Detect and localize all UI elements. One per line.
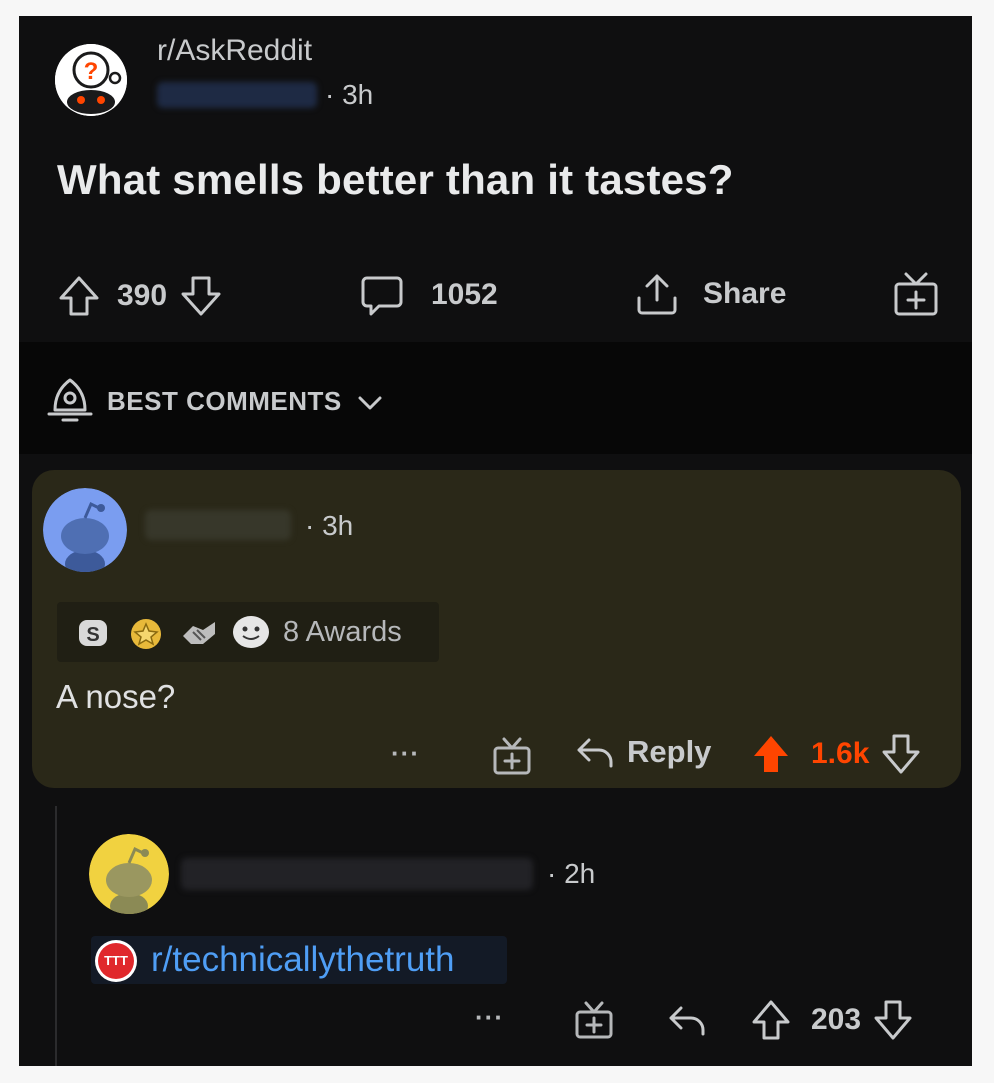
comment-reply-button[interactable]: Reply <box>575 734 711 770</box>
post-share-button[interactable]: Share <box>633 270 786 318</box>
reply-label: Reply <box>627 734 712 769</box>
downvote-icon[interactable] <box>873 998 913 1042</box>
post-share-label: Share <box>703 277 787 310</box>
comment-time-value: 3h <box>322 510 354 541</box>
gold-star-award-icon <box>131 619 161 649</box>
wholesome-award-icon <box>233 616 269 648</box>
comment-more-button[interactable]: ··· <box>391 738 420 769</box>
reply-author-redacted[interactable] <box>181 858 533 890</box>
post-comment-count: 1052 <box>431 278 498 311</box>
reply-time: · 2h <box>547 858 596 889</box>
subreddit-name[interactable]: r/AskReddit <box>157 34 312 68</box>
share-icon <box>637 274 677 315</box>
downvote-icon[interactable] <box>179 274 223 318</box>
author-name-redacted[interactable] <box>157 82 317 108</box>
sort-label: BEST COMMENTS <box>107 386 342 416</box>
comment-body: A nose? <box>56 678 176 715</box>
gift-icon[interactable] <box>573 998 615 1040</box>
chevron-down-icon <box>358 396 382 410</box>
reply-icon <box>577 738 613 768</box>
comment-author-avatar[interactable] <box>43 488 127 572</box>
comment-vote-count: 1.6k <box>811 737 870 770</box>
awards-count: 8 Awards <box>283 616 402 648</box>
svg-text:?: ? <box>84 58 99 85</box>
comment-time: · 3h <box>305 510 354 541</box>
post-time-value: 3h <box>342 79 374 110</box>
reply-author-avatar[interactable] <box>89 834 169 914</box>
snoo-question-icon: ? <box>55 44 127 116</box>
downvote-icon[interactable] <box>881 732 921 776</box>
comment-author-redacted[interactable] <box>145 510 291 540</box>
reply-time-value: 2h <box>564 858 596 889</box>
reply-vote-count: 203 <box>811 1003 862 1036</box>
post-comments-button[interactable]: 1052 <box>359 272 498 318</box>
ttt-subreddit-icon: TTT <box>95 940 137 982</box>
handshake-award-icon <box>183 622 215 644</box>
rocket-icon[interactable] <box>45 374 95 428</box>
reply-vote-group: 203 <box>751 998 913 1042</box>
comment-bubble-icon <box>361 276 403 316</box>
ttt-flair-text: TTT <box>98 943 134 979</box>
post-vote-count: 390 <box>117 279 168 312</box>
reddit-post-screen: ? r/AskReddit · 3h What smells better th… <box>19 16 972 1066</box>
snoo-avatar-icon <box>43 488 127 572</box>
comment-vote-group: 1.6k <box>751 732 921 776</box>
upvote-icon[interactable] <box>57 274 101 318</box>
upvote-icon-active[interactable] <box>751 732 791 776</box>
silver-award-icon: S <box>79 620 107 646</box>
snoo-avatar-icon <box>89 834 169 914</box>
post-title: What smells better than it tastes? <box>57 156 734 203</box>
subreddit-link[interactable]: r/technicallythetruth <box>151 940 454 980</box>
reply-icon[interactable] <box>667 1002 707 1038</box>
thread-line <box>55 806 57 1066</box>
post-vote-group: 390 <box>57 274 223 318</box>
upvote-icon[interactable] <box>751 998 791 1042</box>
reply-more-button[interactable]: ··· <box>475 1002 504 1033</box>
gift-icon[interactable] <box>491 734 533 776</box>
comment-sort-dropdown[interactable]: BEST COMMENTS <box>107 386 383 417</box>
post-time: · 3h <box>325 79 374 110</box>
svg-text:S: S <box>86 624 99 646</box>
gift-icon[interactable] <box>891 268 941 318</box>
subreddit-avatar[interactable]: ? <box>55 44 127 116</box>
